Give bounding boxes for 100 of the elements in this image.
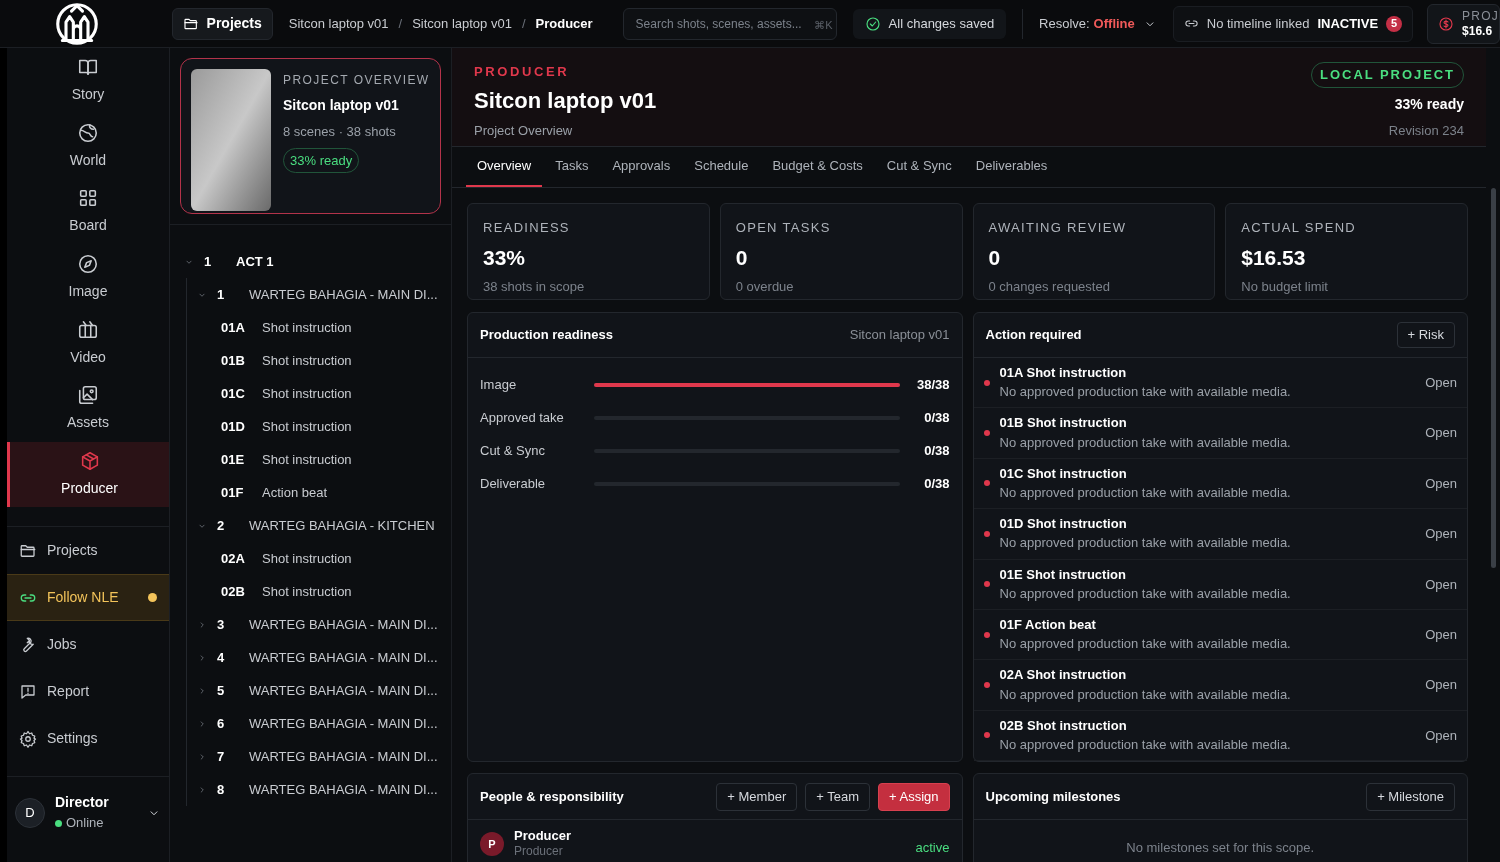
tree-row[interactable]: 02B Shot instruction — [197, 575, 439, 608]
stat-value: 33% — [483, 244, 527, 271]
breadcrumb-separator: / — [398, 14, 403, 33]
rail-nav-item[interactable]: Video — [7, 310, 169, 376]
page-eyebrow: PRODUCER — [474, 63, 571, 81]
add-risk-button[interactable]: + Risk — [1396, 322, 1455, 348]
sidebar-link[interactable]: Report — [7, 668, 169, 716]
user-status: Online — [55, 815, 137, 832]
stat-value: 0 — [988, 244, 1002, 271]
tree-row[interactable]: 2 WARTEG BAHAGIA - KITCHEN — [197, 509, 439, 542]
add-button[interactable]: + Member — [716, 782, 798, 811]
tab[interactable]: Schedule — [683, 147, 760, 187]
action-detail: No approved production take with available media. — [999, 434, 1292, 451]
action-title: 02A Shot instruction — [999, 667, 1128, 684]
project-overview-card[interactable]: PROJECT OVERVIEW Sitcon laptop v01 8 scenes · 38 shots 33% ready — [180, 58, 441, 214]
sidebar-link[interactable]: Jobs — [7, 621, 169, 669]
action-item[interactable]: 01B Shot instruction No approved production take with available media. Open — [973, 408, 1467, 459]
stat-note: 0 changes requested — [988, 278, 1111, 296]
action-status: Open — [1425, 525, 1457, 544]
tree-row[interactable]: 5 WARTEG BAHAGIA - MAIN DI... — [197, 674, 439, 707]
empty-message: No milestones set for this scope. — [1126, 839, 1315, 857]
action-detail: No approved production take with available media. — [999, 585, 1292, 602]
action-status: Open — [1425, 676, 1457, 695]
card-eyebrow: PROJECT OVERVIEW — [283, 72, 430, 89]
timeline-link-button[interactable]: No timeline linked INACTIVE 5 — [1172, 5, 1414, 42]
action-item[interactable]: 01C Shot instruction No approved production take with available media. Open — [973, 458, 1467, 510]
count-badge: 5 — [1386, 15, 1403, 32]
member-avatar: P — [480, 832, 504, 856]
action-item[interactable]: 02B Shot instruction No approved production take with available media. Open — [973, 710, 1467, 762]
tab[interactable]: Approvals — [601, 147, 682, 187]
readiness-label: Approved take — [480, 408, 565, 427]
tree-row[interactable]: 01A Shot instruction — [197, 311, 439, 344]
sidebar-link[interactable]: Settings — [7, 715, 169, 763]
tree-row[interactable]: 7 WARTEG BAHAGIA - MAIN DI... — [197, 740, 439, 773]
tab[interactable]: Budget & Costs — [761, 147, 874, 187]
rail-nav-item[interactable]: Story — [7, 48, 169, 114]
panel-scope: Sitcon laptop v01 — [849, 326, 950, 345]
action-item[interactable]: 01F Action beat No approved production take with available media. Open — [973, 609, 1467, 661]
action-item[interactable]: 01A Shot instruction No approved production take with available media. Open — [973, 358, 1467, 409]
spend-label: PROJ — [1462, 8, 1499, 24]
breadcrumb-link[interactable]: Producer — [535, 13, 593, 34]
tree-row[interactable]: 01E Shot instruction — [197, 443, 439, 476]
readiness-reading: 0/38 — [923, 408, 950, 427]
action-item[interactable]: 01E Shot instruction No approved production take with available media. Open — [973, 559, 1467, 610]
member-role: Producer — [514, 844, 564, 860]
action-title: 02B Shot instruction — [999, 717, 1128, 734]
breadcrumb-link[interactable]: Sitcon laptop v01 — [288, 13, 389, 34]
rail-nav-item[interactable]: Assets — [7, 375, 169, 442]
sidebar-link[interactable]: Follow NLE — [7, 574, 169, 622]
readiness-reading: 0/38 — [923, 474, 950, 493]
sidebar-link[interactable]: Projects — [7, 527, 169, 575]
action-detail: No approved production take with available media. — [999, 736, 1292, 754]
stat-value: $16.53 — [1241, 244, 1307, 271]
breadcrumb-link[interactable]: Sitcon laptop v01 — [412, 13, 512, 34]
tab[interactable]: Tasks — [544, 147, 600, 187]
tree-row[interactable]: 8 WARTEG BAHAGIA - MAIN DI... — [197, 773, 439, 806]
dollar-icon — [1438, 15, 1455, 32]
stat-label: READINESS — [483, 219, 571, 237]
tab[interactable]: Cut & Sync — [875, 147, 963, 187]
action-detail: No approved production take with available media. — [999, 384, 1292, 401]
tree-row[interactable]: 3 WARTEG BAHAGIA - MAIN DI... — [197, 608, 439, 641]
tree-row[interactable]: 6 WARTEG BAHAGIA - MAIN DI... — [197, 707, 439, 740]
rail-nav-item[interactable]: World — [7, 113, 169, 180]
scrollbar-thumb[interactable] — [1490, 188, 1496, 568]
action-status: Open — [1425, 726, 1457, 745]
add-button[interactable]: + Assign — [878, 782, 950, 811]
resolve-status-dropdown[interactable]: Resolve: Offline — [1039, 13, 1157, 34]
compass-icon — [77, 253, 99, 276]
cathedral-logo-icon — [54, 1, 99, 46]
projects-button[interactable]: Projects — [171, 7, 273, 40]
add-button[interactable]: + Team — [805, 782, 870, 811]
tree-row[interactable]: 1 WARTEG BAHAGIA - MAIN DI... — [197, 278, 439, 311]
tree-row[interactable]: 01C Shot instruction — [197, 377, 439, 410]
film-icon — [77, 318, 99, 341]
tree-row[interactable]: 01B Shot instruction — [197, 344, 439, 377]
action-title: 01C Shot instruction — [999, 465, 1128, 482]
tree-row[interactable]: 4 WARTEG BAHAGIA - MAIN DI... — [197, 641, 439, 674]
action-item[interactable]: 01D Shot instruction No approved production take with available media. Open — [973, 509, 1467, 560]
tree-row[interactable]: 02A Shot instruction — [197, 542, 439, 575]
stat-note: No budget limit — [1241, 278, 1329, 296]
action-item[interactable]: 02A Shot instruction No approved production take with available media. Open — [973, 660, 1467, 711]
tree-row[interactable]: 01D Shot instruction — [197, 410, 439, 443]
action-detail: No approved production take with available media. — [999, 484, 1292, 502]
tree-row[interactable]: 01F Action beat — [197, 476, 439, 509]
panel-title: Action required — [985, 326, 1082, 345]
add-milestone-button[interactable]: + Milestone — [1366, 782, 1455, 811]
readiness-label: Deliverable — [480, 474, 547, 493]
tab[interactable]: Deliverables — [964, 147, 1059, 187]
rail-nav-item[interactable]: Image — [7, 244, 169, 311]
page-title: Sitcon laptop v01 — [474, 86, 657, 115]
readiness-label: Image — [480, 375, 518, 394]
project-meta: 8 scenes · 38 shots — [283, 123, 397, 141]
stat-value: 0 — [735, 244, 749, 271]
rail-nav-item[interactable]: Board — [7, 179, 169, 245]
globe-icon — [77, 121, 99, 144]
save-status: All changes saved — [852, 8, 1007, 39]
tab[interactable]: Overview — [466, 147, 543, 187]
rail-nav-item[interactable]: Producer — [7, 441, 169, 508]
tree-row[interactable]: 1 ACT 1 — [184, 245, 439, 278]
breadcrumb-separator: / — [521, 14, 526, 33]
